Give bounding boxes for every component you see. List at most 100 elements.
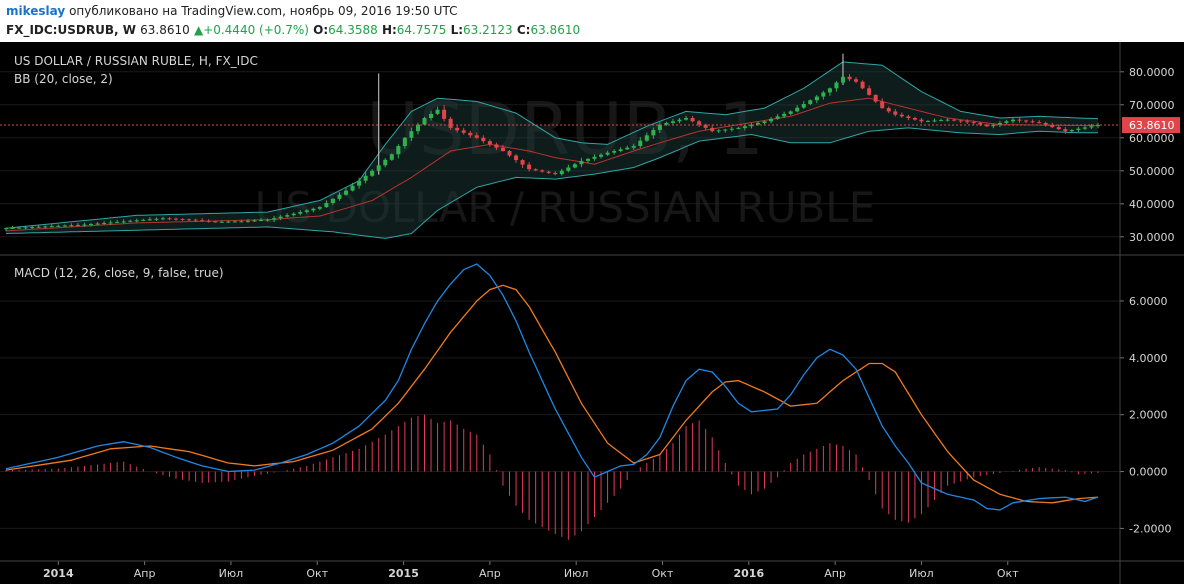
candle-body — [206, 220, 211, 222]
candle-body — [932, 120, 937, 122]
candle-body — [128, 220, 133, 222]
time-tick-label: 2016 — [734, 567, 765, 580]
candle-body — [546, 171, 551, 173]
candle-body — [919, 119, 924, 122]
main-pane-title: US DOLLAR / RUSSIAN RUBLE, H, FX_IDC — [14, 54, 258, 68]
macd-pane-title[interactable]: MACD (12, 26, close, 9, false, true) — [14, 266, 224, 280]
candle-body — [847, 76, 852, 80]
candle-body — [95, 223, 100, 225]
candle-body — [56, 225, 61, 227]
author-link[interactable]: mikeslay — [6, 4, 65, 18]
candle-body — [507, 151, 512, 156]
candle-body — [383, 159, 388, 166]
candle-body — [115, 221, 120, 223]
candle-body — [742, 126, 747, 128]
candle-body — [880, 101, 885, 109]
candle-body — [1030, 121, 1035, 123]
candle-body — [324, 202, 329, 208]
candle-body — [487, 141, 492, 145]
candle-body — [697, 121, 702, 125]
candle-body — [474, 135, 479, 138]
chart-canvas[interactable]: USDRUB, 1 US DOLLAR / RUSSIAN RUBLE 30.0… — [0, 42, 1184, 584]
candle-body — [298, 212, 303, 214]
candle-body — [121, 221, 126, 223]
candle-body — [494, 144, 499, 148]
candle-body — [415, 124, 420, 132]
candle-body — [1076, 128, 1081, 130]
symbol-label: FX_IDC:USDRUB, W — [6, 23, 136, 37]
bb-indicator-label[interactable]: BB (20, close, 2) — [14, 72, 113, 86]
candle-body — [200, 220, 205, 222]
candle-body — [952, 119, 957, 121]
candle-body — [259, 220, 264, 222]
candle-body — [481, 137, 486, 142]
candle-body — [899, 114, 904, 117]
candle-body — [854, 79, 859, 82]
candle-body — [1004, 121, 1009, 123]
candle-body — [160, 218, 165, 220]
candle-body — [1082, 127, 1087, 129]
candle-body — [527, 164, 532, 170]
candle-body — [350, 185, 355, 191]
candle-body — [782, 113, 787, 117]
candle-body — [612, 151, 617, 153]
time-tick-label: Апр — [479, 567, 501, 580]
candle-body — [566, 167, 571, 171]
time-axis[interactable]: 2014 Апр Июл Окт 2015 Апр Июл Окт 2016 Апр Июл Окт — [43, 561, 1019, 580]
candle-body — [592, 156, 597, 159]
candle-body — [278, 216, 283, 219]
candle-body — [605, 152, 610, 155]
candle-body — [723, 129, 728, 131]
candle-body — [775, 116, 780, 119]
candle-body — [579, 160, 584, 165]
candle-body — [219, 221, 224, 223]
time-tick-label: 2015 — [388, 567, 419, 580]
price-tick-label: 40.0000 — [1129, 198, 1175, 211]
last-price-text: 63.8610 — [1129, 119, 1175, 132]
candle-body — [716, 130, 721, 132]
candle-body — [3, 228, 9, 230]
macd-tick-label: -2.0000 — [1129, 522, 1171, 535]
candle-body — [245, 220, 250, 222]
candle-body — [455, 127, 460, 131]
candle-body — [670, 121, 675, 123]
candle-body — [422, 118, 427, 125]
time-tick-label: Июл — [564, 567, 589, 580]
candle-body — [625, 147, 630, 150]
candle-body — [599, 154, 604, 157]
candle-body — [291, 213, 296, 216]
candle-body — [827, 88, 832, 93]
candle-body — [520, 160, 525, 165]
candle-body — [389, 154, 394, 160]
candle-body — [834, 82, 839, 89]
candle-body — [317, 207, 322, 209]
candle-body — [788, 111, 793, 114]
candle-body — [213, 221, 218, 223]
candle-body — [187, 219, 192, 221]
candle-body — [618, 149, 623, 151]
candle-body — [664, 122, 669, 125]
candle-body — [435, 109, 440, 114]
macd-tick-label: 0.0000 — [1129, 466, 1168, 479]
candle-body — [762, 121, 767, 123]
candle-body — [873, 94, 878, 102]
price-axis[interactable]: 30.0000 40.0000 50.0000 60.0000 70.0000 80.00… — [1120, 66, 1175, 536]
candle-body — [795, 107, 800, 112]
chart-area[interactable]: USDRUB, 1 US DOLLAR / RUSSIAN RUBLE 30.0… — [0, 42, 1184, 584]
change-value: +0.4440 (+0.7%) — [203, 23, 309, 37]
candle-body — [860, 81, 865, 89]
signal-line — [5, 284, 1099, 504]
candle-body — [814, 96, 819, 101]
candle-body — [36, 226, 41, 228]
candle-body — [997, 122, 1002, 125]
candle-body — [644, 135, 649, 141]
price-tick-label: 70.0000 — [1129, 99, 1175, 112]
candle-body — [108, 222, 113, 224]
candle-body — [553, 172, 558, 175]
candle-body — [468, 132, 473, 136]
candle-body — [769, 118, 774, 122]
candle-body — [867, 88, 872, 95]
candle-body — [376, 165, 381, 171]
candle-body — [173, 218, 179, 220]
candle-body — [736, 127, 741, 129]
